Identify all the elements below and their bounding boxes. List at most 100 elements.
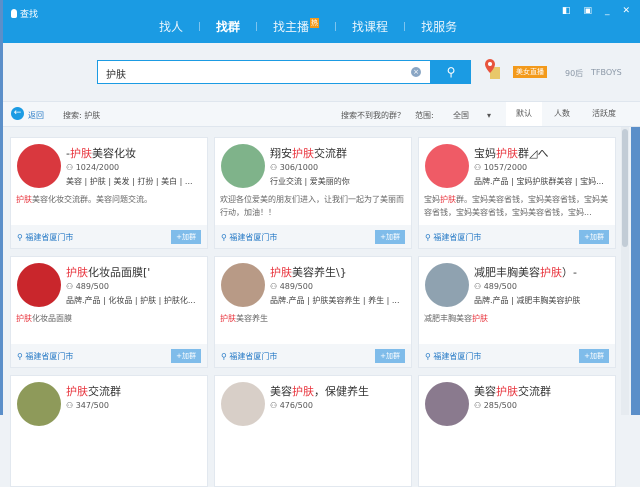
tab-find-streamer[interactable]: 找主播热: [257, 18, 335, 35]
title-highlight: 护肤: [66, 385, 88, 398]
scrollbar[interactable]: [621, 127, 629, 415]
sort-activity[interactable]: 活跃度: [583, 102, 625, 126]
back-button[interactable]: 返回: [28, 110, 44, 121]
group-avatar[interactable]: [425, 382, 469, 426]
hot-tag[interactable]: 90后: [565, 68, 583, 79]
search-input[interactable]: 护肤 ×: [97, 60, 431, 84]
minimize-button[interactable]: _: [605, 6, 610, 16]
card-footer: ⚲ 福建省厦门市 +加群: [419, 344, 615, 367]
join-group-button[interactable]: +加群: [375, 230, 405, 244]
people-icon: ⚇: [270, 282, 280, 291]
group-location: ⚲ 福建省厦门市: [17, 232, 73, 243]
tab-find-course[interactable]: 找课程: [336, 18, 404, 35]
title-text: 交流群: [314, 147, 347, 160]
desc-text: 宝妈: [424, 195, 440, 204]
tab-find-service[interactable]: 找服务: [405, 18, 473, 35]
search-icon: ⚲: [446, 65, 456, 79]
range-value: 全国: [453, 111, 469, 120]
people-icon: ⚇: [474, 163, 484, 172]
group-description: 宝妈护肤群。宝妈美容省钱，宝妈美容省钱，宝妈美容省钱，宝妈美容省钱，宝妈美容省钱…: [424, 193, 612, 219]
skin-icon[interactable]: ◧: [562, 6, 571, 16]
title-highlight: 护肤: [270, 266, 292, 279]
group-card[interactable]: 翔安护肤交流群 ⚇ 306/1000 行业交流 | 爱美丽的你 欢迎各位爱美的朋友们…: [214, 137, 412, 249]
member-count-value: 489/500: [279, 282, 313, 291]
member-count-value: 476/500: [279, 401, 313, 410]
group-description: 护肤化妆品面膜: [16, 312, 204, 325]
title-text: ，保健养生: [314, 385, 369, 398]
group-avatar[interactable]: [425, 263, 469, 307]
window-right-edge: [631, 127, 640, 415]
group-name[interactable]: 美容护肤，保健养生: [270, 383, 369, 399]
group-avatar[interactable]: [221, 263, 265, 307]
sort-members[interactable]: 人数: [544, 102, 580, 126]
member-count-value: 347/500: [75, 401, 109, 410]
live-tag[interactable]: 美女直播: [513, 66, 547, 78]
group-name[interactable]: -护肤美容化妆: [66, 145, 136, 161]
member-count: ⚇ 489/500: [270, 282, 313, 291]
title-text: 美容: [270, 385, 292, 398]
group-card[interactable]: 美容护肤，保健养生 ⚇ 476/500: [214, 375, 412, 487]
desc-text: 美容化妆交流群。美容问题交流。: [32, 195, 152, 204]
join-group-button[interactable]: +加群: [171, 349, 201, 363]
group-name[interactable]: 护肤美容养生\}: [270, 264, 347, 280]
clear-icon[interactable]: ×: [411, 67, 421, 77]
range-select[interactable]: 全国 ▾: [453, 110, 491, 121]
title-highlight: 护肤: [69, 147, 92, 160]
group-location: ⚲ 福建省厦门市: [425, 351, 481, 362]
group-card[interactable]: 护肤交流群 ⚇ 347/500: [10, 375, 208, 487]
group-name[interactable]: 护肤交流群: [66, 383, 121, 399]
group-name[interactable]: 减肥丰胸美容护肤）-: [474, 264, 577, 280]
member-count-value: 489/500: [75, 282, 109, 291]
location-text: 福建省厦门市: [25, 352, 74, 361]
member-count: ⚇ 347/500: [66, 401, 109, 410]
card-footer: ⚲ 福建省厦门市 +加群: [11, 344, 207, 367]
people-icon: ⚇: [270, 401, 280, 410]
group-avatar[interactable]: [17, 382, 61, 426]
group-avatar[interactable]: [425, 144, 469, 188]
group-card[interactable]: 宝妈护肤群◿へ ⚇ 1057/2000 品牌.产品 | 宝妈护肤群美容 | 宝妈.…: [418, 137, 616, 249]
group-name[interactable]: 护肤化妆品面膜[': [66, 264, 150, 280]
group-card[interactable]: 护肤化妆品面膜[' ⚇ 489/500 品牌.产品 | 化妆品 | 护肤 | 护肤…: [10, 256, 208, 368]
title-bar: 查找 找人 找群 找主播热 找课程 找服务 ◧ ▣ _ ✕: [3, 0, 640, 48]
not-found-link[interactable]: 搜索不到我的群？: [341, 110, 405, 121]
tab-find-people[interactable]: 找人: [143, 18, 199, 35]
location-text: 福建省厦门市: [433, 233, 482, 242]
people-icon: ⚇: [270, 163, 280, 172]
group-card[interactable]: -护肤美容化妆 ⚇ 1024/2000 美容 | 护肤 | 美发 | 打扮 | 美…: [10, 137, 208, 249]
group-avatar[interactable]: [17, 144, 61, 188]
join-group-button[interactable]: +加群: [375, 349, 405, 363]
title-highlight: 护肤: [496, 147, 518, 160]
group-name[interactable]: 美容护肤交流群: [474, 383, 551, 399]
member-count: ⚇ 1057/2000: [474, 163, 527, 172]
hot-tag[interactable]: TFBOYS: [591, 68, 622, 77]
search-value: 护肤: [106, 70, 126, 81]
group-avatar[interactable]: [221, 382, 265, 426]
group-avatar[interactable]: [17, 263, 61, 307]
location-pin-icon[interactable]: [484, 57, 500, 81]
close-button[interactable]: ✕: [622, 6, 630, 16]
settings-icon[interactable]: ▣: [583, 6, 592, 16]
group-name[interactable]: 宝妈护肤群◿へ: [474, 145, 548, 161]
back-arrow-icon[interactable]: ←: [11, 107, 24, 120]
group-avatar[interactable]: [221, 144, 265, 188]
group-name[interactable]: 翔安护肤交流群: [270, 145, 347, 161]
card-footer: ⚲ 福建省厦门市 +加群: [11, 225, 207, 248]
join-group-button[interactable]: +加群: [579, 230, 609, 244]
chevron-down-icon: ▾: [487, 111, 492, 120]
join-group-button[interactable]: +加群: [171, 230, 201, 244]
tab-find-group[interactable]: 找群: [200, 18, 256, 48]
search-button[interactable]: ⚲: [431, 60, 471, 84]
tab-label: 找主播: [273, 20, 310, 34]
group-card[interactable]: 护肤美容养生\} ⚇ 489/500 品牌.产品 | 护肤美容养生 | 养生 | …: [214, 256, 412, 368]
desc-highlight: 护肤: [440, 195, 456, 204]
scrollbar-thumb[interactable]: [622, 129, 628, 247]
hot-badge: 热: [310, 18, 320, 28]
member-count-value: 285/500: [483, 401, 517, 410]
join-group-button[interactable]: +加群: [579, 349, 609, 363]
group-tags: 品牌.产品 | 护肤美容养生 | 养生 | ...: [270, 296, 400, 305]
group-card[interactable]: 美容护肤交流群 ⚇ 285/500: [418, 375, 616, 487]
group-card[interactable]: 减肥丰胸美容护肤）- ⚇ 489/500 品牌.产品 | 减肥丰胸美容护肤 减肥丰胸…: [418, 256, 616, 368]
sort-default[interactable]: 默认: [506, 102, 542, 126]
location-text: 福建省厦门市: [433, 352, 482, 361]
member-count: ⚇ 476/500: [270, 401, 313, 410]
